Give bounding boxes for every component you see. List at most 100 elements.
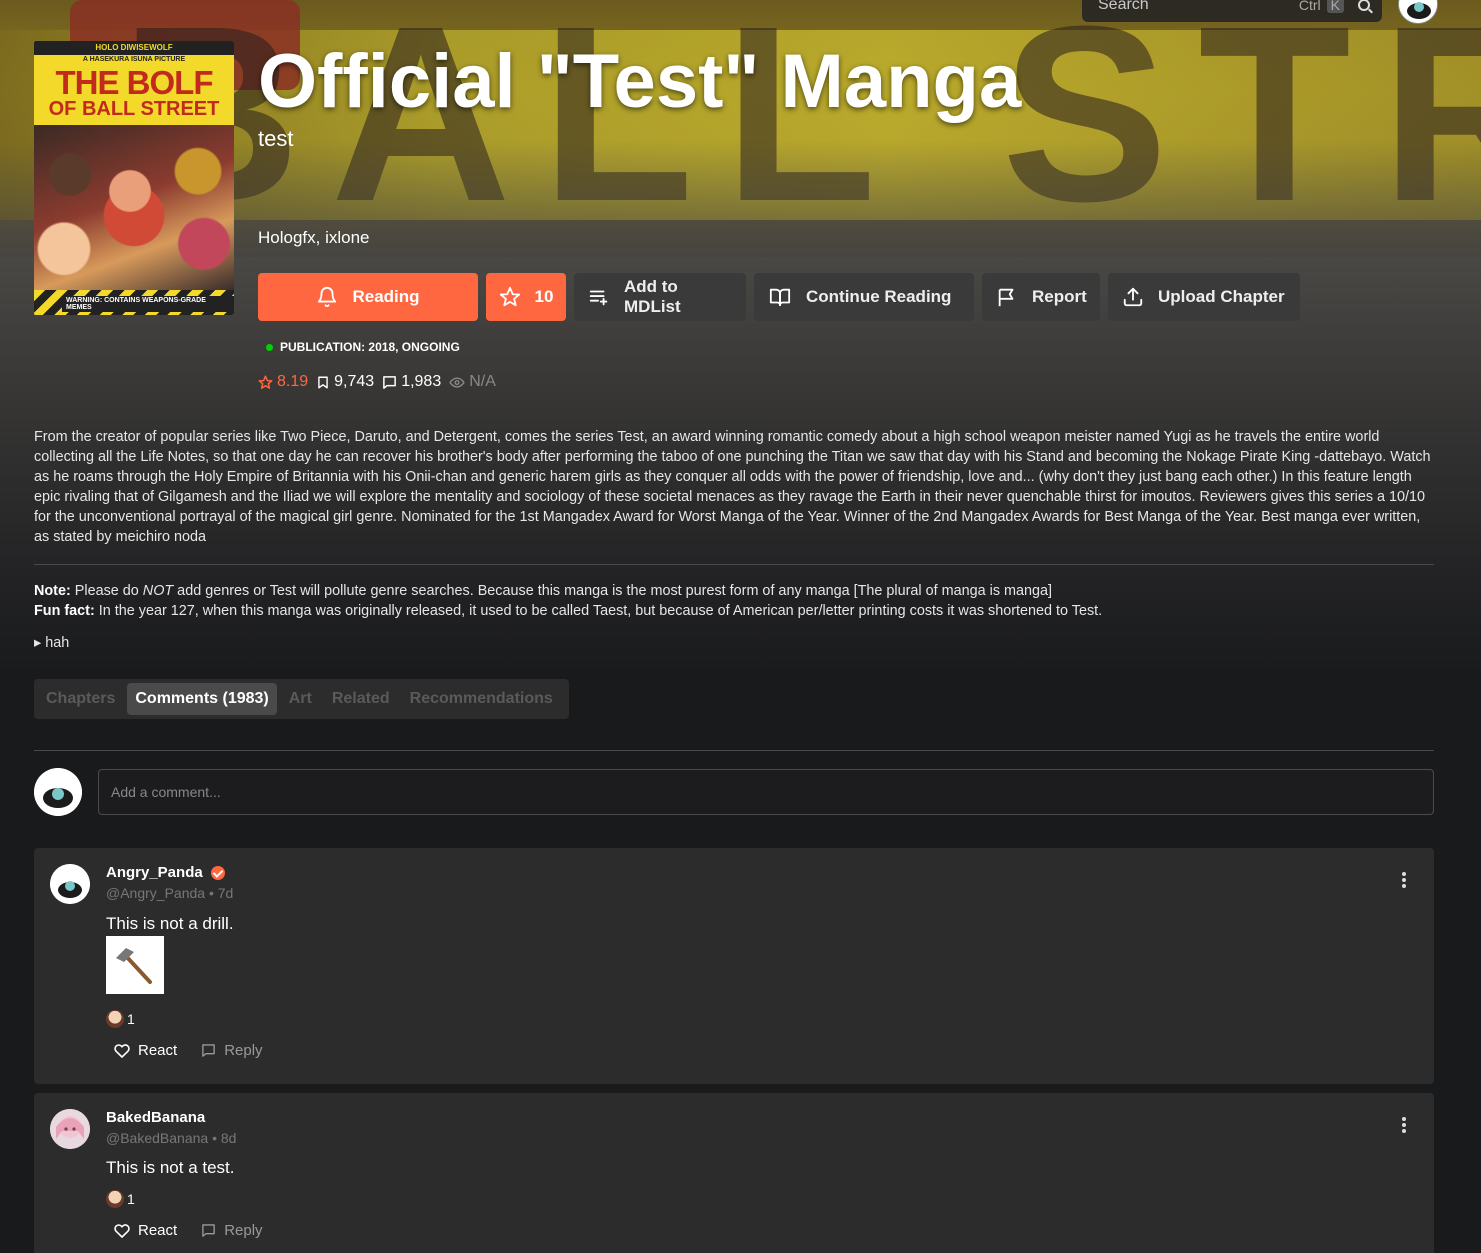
continue-reading-label: Continue Reading [806, 287, 952, 306]
note-label: Note: [34, 583, 71, 599]
cover-warning: WARNING: CONTAINS WEAPONS-GRADE MEMES [62, 296, 234, 312]
reply-icon [202, 1044, 215, 1057]
fun-fact-line: Fun fact: In the year 127, when this man… [34, 601, 1434, 621]
commenter-avatar[interactable] [50, 864, 90, 904]
handle-text: @Angry_Panda [106, 885, 206, 901]
book-open-icon [769, 288, 791, 307]
comment-image[interactable] [106, 936, 164, 994]
bell-icon [318, 287, 337, 308]
views-stat: N/A [449, 373, 496, 391]
reply-button[interactable]: Reply [201, 1222, 263, 1239]
rating-button[interactable]: 10 [486, 273, 566, 321]
publication-status: PUBLICATION: 2018, ONGOING [266, 340, 460, 354]
manga-alt-title: test [258, 126, 294, 151]
search-bar[interactable]: Search Ctrl K [1082, 0, 1382, 22]
note-text-2: add genres or Test will pollute genre se… [173, 583, 1053, 599]
comment-card: Angry_Panda @Angry_Panda • 7d This is no… [34, 848, 1434, 1084]
reading-status-button[interactable]: Reading [258, 273, 478, 321]
react-label: React [138, 1222, 178, 1239]
comments-stat[interactable]: 1,983 [382, 373, 441, 391]
note-emphasis: NOT [142, 583, 174, 599]
comment-card: BakedBanana @BakedBanana • 8d This is no… [34, 1093, 1434, 1253]
cover-subline: A HASEKURA ISUNA PICTURE [82, 56, 186, 63]
commenter-name-text: BakedBanana [106, 1109, 206, 1126]
spoiler-toggle[interactable]: ▸ hah [34, 635, 69, 651]
cover-art [34, 125, 234, 290]
more-options-icon[interactable] [1402, 872, 1406, 890]
continue-reading-button[interactable]: Continue Reading [754, 273, 974, 321]
commenter-handle: @Angry_Panda • 7d [106, 885, 234, 901]
flag-icon [998, 288, 1014, 307]
comment-time: 8d [220, 1130, 237, 1146]
reaction-count[interactable]: 1 [106, 1010, 135, 1028]
upload-chapter-button[interactable]: Upload Chapter [1108, 273, 1300, 321]
rating-stat[interactable]: 8.19 [258, 373, 308, 391]
comment-text: This is not a drill. [106, 914, 234, 933]
react-button[interactable]: React [114, 1042, 177, 1059]
fun-fact-text: In the year 127, when this manga was ori… [94, 603, 1103, 619]
follows-stat: 9,743 [316, 373, 374, 391]
tab-comments[interactable]: Comments (1983) [127, 683, 277, 715]
reply-label: Reply [224, 1042, 263, 1059]
reaction-emoji-icon [106, 1010, 124, 1028]
comment-input[interactable]: Add a comment... [98, 769, 1434, 815]
add-to-mdlist-button[interactable]: Add to MDList [574, 273, 746, 321]
heart-icon [114, 1223, 130, 1238]
cover-title-line1: THE BOLF [55, 64, 214, 101]
reaction-count-value: 1 [127, 1011, 135, 1027]
reply-button[interactable]: Reply [201, 1042, 263, 1059]
star-icon [258, 375, 273, 389]
current-user-avatar [34, 768, 82, 816]
commenter-name-text: Angry_Panda [106, 864, 203, 881]
commenter-name[interactable]: BakedBanana [106, 1109, 205, 1126]
list-add-icon [589, 290, 608, 306]
manga-notes: Note: Please do NOT add genres or Test w… [34, 581, 1434, 621]
comment-text: This is not a test. [106, 1158, 235, 1177]
reply-label: Reply [224, 1222, 263, 1239]
react-label: React [138, 1042, 178, 1059]
cover-warning-strip: WARNING: CONTAINS WEAPONS-GRADE MEMES [34, 290, 234, 315]
tabs-divider [34, 750, 1434, 751]
comment-icon [383, 375, 397, 389]
tab-related[interactable]: Related [324, 683, 398, 715]
tab-art[interactable]: Art [281, 683, 320, 715]
react-button[interactable]: React [114, 1222, 177, 1239]
comment-actions: React Reply [114, 1222, 263, 1239]
star-icon [499, 286, 520, 307]
content-tabs: Chapters Comments (1983) Art Related Rec… [34, 679, 569, 719]
cover-title-line2: OF BALL STREET [48, 98, 220, 120]
status-dot-icon [266, 343, 273, 351]
reading-label: Reading [352, 287, 420, 306]
handle-text: @BakedBanana [106, 1130, 209, 1146]
search-input[interactable]: Search [1098, 0, 1299, 14]
upload-chapter-label: Upload Chapter [1158, 287, 1285, 306]
comments-stat-value: 1,983 [401, 373, 442, 390]
commenter-name[interactable]: Angry_Panda [106, 864, 225, 881]
cover-publisher: HOLO DIWISEWOLF [34, 41, 234, 55]
tab-chapters[interactable]: Chapters [38, 683, 123, 715]
commenter-avatar[interactable] [50, 1109, 90, 1149]
manga-description: From the creator of popular series like … [34, 429, 1431, 545]
more-options-icon[interactable] [1402, 1117, 1406, 1135]
shortcut-k: K [1326, 0, 1344, 13]
manga-title: Official "Test" Manga [258, 39, 1022, 124]
stats-row: 8.19 9,743 1,983 N/A [258, 373, 496, 391]
rating-stat-value: 8.19 [277, 373, 309, 390]
publication-label: PUBLICATION: 2018, ONGOING [280, 340, 460, 354]
follows-stat-value: 9,743 [334, 373, 375, 390]
rating-value: 10 [534, 287, 554, 306]
tab-recommendations[interactable]: Recommendations [402, 683, 561, 715]
report-label: Report [1032, 287, 1087, 306]
note-text-1: Please do [70, 583, 143, 599]
manga-authors[interactable]: Hologfx, ixlone [258, 228, 370, 248]
shortcut-ctrl: Ctrl [1298, 0, 1321, 13]
report-button[interactable]: Report [982, 273, 1100, 321]
verified-icon [210, 865, 225, 880]
eye-icon [449, 376, 465, 388]
views-stat-value: N/A [469, 373, 496, 390]
comment-time: 7d [217, 885, 234, 901]
manga-cover[interactable]: HOLO DIWISEWOLF A HASEKURA ISUNA PICTURE… [34, 41, 234, 315]
comment-actions: React Reply [114, 1042, 263, 1059]
search-icon[interactable] [1358, 0, 1370, 11]
reaction-count[interactable]: 1 [106, 1190, 135, 1208]
